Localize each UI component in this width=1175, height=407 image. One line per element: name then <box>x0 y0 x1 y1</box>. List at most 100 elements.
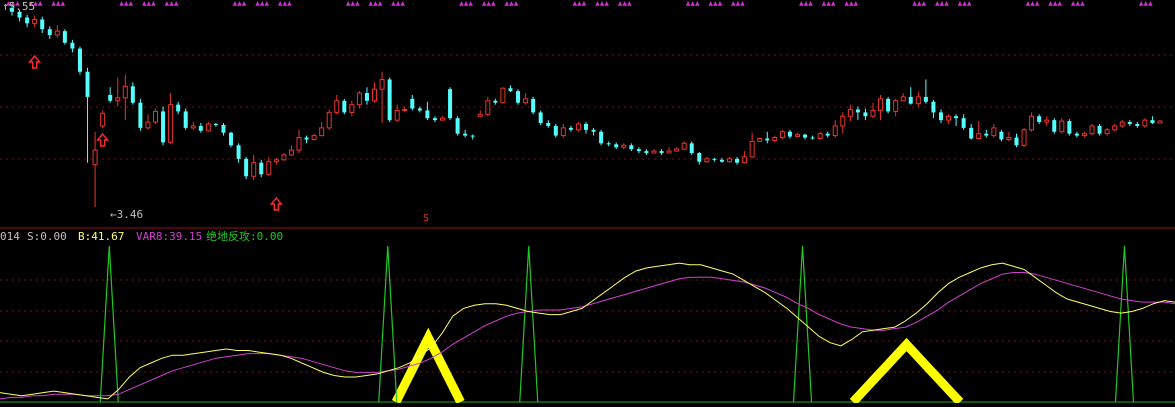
candle-body-up <box>1119 121 1125 127</box>
indicator-jd-value: 绝地反攻:0.00 <box>206 230 284 243</box>
candle-body-up <box>840 115 846 127</box>
candle-body-down <box>516 91 521 103</box>
candle-body-up <box>273 159 279 163</box>
candle-body-down <box>803 134 808 138</box>
candle-body-down <box>644 151 649 154</box>
candle-body-up <box>153 110 158 123</box>
candle-body-up <box>832 125 838 137</box>
candle-body-down <box>931 101 936 113</box>
candle-body-down <box>304 137 309 140</box>
top-marker: ▲▲▲ <box>278 0 292 7</box>
candle-body-down <box>1135 123 1140 126</box>
candle-body-up <box>1142 119 1148 127</box>
spike <box>378 245 398 403</box>
top-marker: ▲▲▲ <box>958 0 972 7</box>
candle-body-down <box>599 131 604 144</box>
candle-body-down <box>342 100 347 113</box>
indicator-plot <box>0 245 1175 406</box>
candle-body-up <box>402 108 408 111</box>
b-line <box>0 262 1175 400</box>
candle-body-down <box>614 144 619 148</box>
spike <box>792 245 813 403</box>
candle-body-down <box>735 158 740 163</box>
candle-body-up <box>651 150 657 154</box>
candle-body-down <box>629 145 634 150</box>
candle-body-down <box>410 98 415 109</box>
candle-body-down <box>470 135 475 137</box>
candle-body-down <box>77 48 82 72</box>
candle-body-down <box>62 31 67 43</box>
candle-body-up <box>621 144 627 148</box>
candle-body-up <box>666 150 672 154</box>
top-marker: ▲▲▲ <box>504 0 518 7</box>
candle-body-up <box>311 135 317 140</box>
candle-body-up <box>779 131 785 139</box>
candle-body-up <box>1104 129 1110 135</box>
top-marker: ▲▲▲ <box>255 0 269 7</box>
yellow-block <box>391 327 465 405</box>
candle-body-down <box>863 112 868 117</box>
candle-body-down <box>432 118 437 121</box>
candle-body-up <box>742 156 748 164</box>
candle-body-up <box>991 127 997 137</box>
candle-body-down <box>40 19 45 30</box>
spike <box>99 245 119 403</box>
candle-body-up <box>794 134 800 138</box>
indicator-code: 014 <box>0 230 20 243</box>
top-marker: ▲▲▲ <box>346 0 360 7</box>
candle-body-down <box>553 125 558 136</box>
candle-body-up <box>500 87 506 104</box>
candle-body-up <box>326 111 332 129</box>
indicator-b-value: B:41.67 <box>78 230 125 243</box>
candle-body-down <box>47 29 52 35</box>
top-marker: ▲▲▲ <box>708 0 722 7</box>
candle-body-up <box>817 133 823 140</box>
candle-body-down <box>531 98 536 113</box>
candle-body-up <box>349 104 355 113</box>
candle-body-down <box>463 133 468 136</box>
candle-body-down <box>1074 133 1079 136</box>
top-marker: ▲▲▲ <box>844 0 858 7</box>
candle-body-up <box>205 123 211 132</box>
candle-body-down <box>161 111 166 143</box>
candle-body-down <box>961 118 966 128</box>
top-marker: ▲▲▲ <box>1071 0 1085 7</box>
top-marker: ▲▲▲ <box>731 0 745 7</box>
candle-body-up <box>1112 125 1118 131</box>
candle-body-up <box>319 127 325 137</box>
candle-body-up <box>847 108 853 117</box>
candle-body-up <box>122 85 128 99</box>
candle-body-up <box>251 162 257 177</box>
candle-body-down <box>25 17 30 24</box>
candle-body-down <box>969 127 974 139</box>
candle-body-up <box>946 115 952 121</box>
candle-body-up <box>1029 115 1035 131</box>
candle-body-down <box>130 86 135 103</box>
candle-body-up <box>893 100 899 112</box>
candle-body-up <box>575 123 581 131</box>
candle-body-up <box>772 137 778 141</box>
candle-body-down <box>508 88 513 92</box>
indicator-s-value: S:0.00 <box>27 230 67 243</box>
candle-body-up <box>288 149 294 156</box>
candle-body-up <box>976 133 982 140</box>
candle-body-up <box>681 142 687 150</box>
candle-body-down <box>1014 137 1019 146</box>
candle-body-down <box>938 112 943 121</box>
top-marker: ▲▲▲ <box>799 0 813 7</box>
candle-body-up <box>915 96 921 105</box>
candle-body-down <box>886 98 891 112</box>
yellow-block <box>849 337 964 406</box>
candle-body-up <box>757 138 763 142</box>
candle-body-up <box>168 104 174 143</box>
candle-body-down <box>765 138 770 141</box>
candle-body-down <box>689 143 694 154</box>
top-marker: ▲▲▲ <box>686 0 700 7</box>
candle-body-up <box>54 30 60 36</box>
candle-body-down <box>108 94 113 101</box>
candle-body-down <box>606 143 611 145</box>
candle-body-down <box>787 131 792 137</box>
candle-body-down <box>244 158 249 177</box>
candle-body-down <box>1127 122 1132 124</box>
var8-line <box>0 272 1175 400</box>
